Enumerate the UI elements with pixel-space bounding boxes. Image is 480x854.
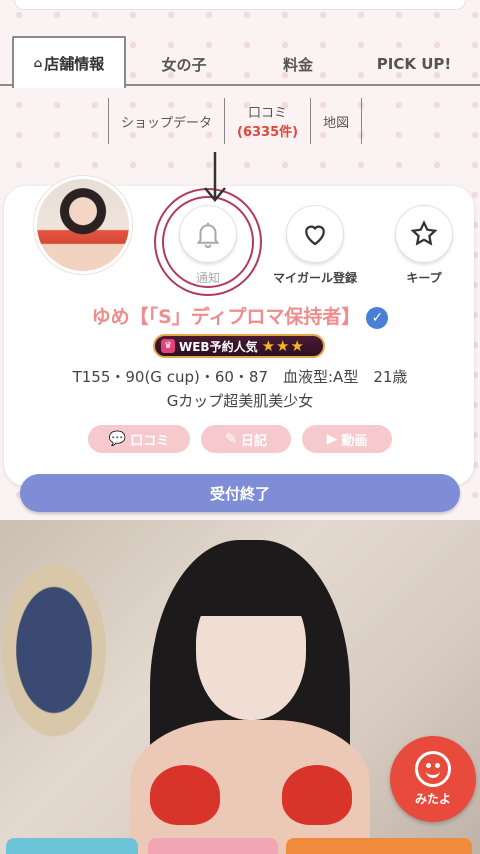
tab-shop-info[interactable]: ⌂ 店舗情報 (12, 36, 126, 88)
speech-bubble-icon: 💬 (108, 431, 127, 447)
subnav-shop-data[interactable]: ショップデータ (108, 98, 224, 144)
bottom-action-bar (0, 838, 480, 854)
bottom-button-1[interactable] (6, 838, 138, 854)
keep-circle (395, 205, 453, 263)
photo-chair (0, 560, 120, 760)
my-girl-label: マイガール登録 (273, 271, 358, 285)
girl-name: ゆめ【「S」ディプロマ保持者】 ✓ (0, 302, 480, 329)
tab-girls[interactable]: 女の子 (126, 42, 242, 86)
photo-bangs (190, 570, 312, 616)
tab-label: PICK UP! (376, 55, 452, 73)
reviews-button-label: 口コミ (130, 433, 170, 449)
my-girl-button[interactable]: マイガール登録 (273, 205, 357, 286)
star-icon (410, 220, 438, 246)
heart-icon (305, 225, 325, 246)
keep-label: キープ (406, 271, 442, 285)
mitayo-label: みたよ (414, 792, 451, 806)
video-button-label: 動画 (341, 433, 368, 449)
popularity-badge: ♛ WEB予約人気 ★★★ (153, 334, 325, 358)
bottom-button-3[interactable] (286, 838, 472, 854)
reserve-closed-button[interactable]: 受付終了 (20, 474, 460, 512)
tab-label: 料金 (282, 55, 313, 74)
profile-stats: T155・90(G cup)・60・87 血液型:A型 21歳 (72, 368, 408, 386)
highlight-ring-inner (162, 196, 254, 288)
mitayo-button[interactable]: みたよ (390, 736, 476, 822)
reviews-button[interactable]: 💬 口コミ (88, 425, 190, 453)
badge-mark-icon: ♛ (161, 339, 175, 353)
subnav-label: ショップデータ (121, 115, 213, 131)
bottom-button-2[interactable] (148, 838, 278, 854)
smile-icon (415, 751, 451, 787)
edit-icon: ✎ (225, 431, 237, 447)
badge-text: WEB予約人気 (179, 339, 258, 354)
diary-button[interactable]: ✎ 日記 (201, 425, 291, 453)
badge-stars: ★★★ (261, 337, 305, 355)
photo-bikini-right (282, 765, 352, 825)
top-strip (14, 0, 466, 10)
my-girl-circle (286, 205, 344, 263)
subnav-label: 口コミ (248, 106, 288, 121)
keep-button[interactable]: キープ (395, 205, 453, 286)
subnav-label: 地図 (323, 115, 350, 131)
sub-navigation: ショップデータ 口コミ (6335件) 地図 (108, 98, 363, 144)
profile-tagline: Gカップ超美肌美少女 (166, 392, 314, 410)
girl-name-text: ゆめ【「S」ディプロマ保持者】 (91, 306, 361, 328)
tab-label: 女の子 (161, 55, 207, 74)
arrow-down-icon (204, 152, 226, 202)
tab-pickup[interactable]: PICK UP! (354, 42, 474, 86)
reviews-count: (6335件) (237, 125, 299, 140)
verified-check-icon: ✓ (366, 306, 389, 329)
tab-label: 店舗情報 (44, 54, 105, 73)
subnav-reviews[interactable]: 口コミ (6335件) (224, 98, 310, 144)
photo-bikini-left (150, 765, 220, 825)
subnav-map[interactable]: 地図 (310, 98, 363, 144)
tab-bar: ⌂ 店舗情報 女の子 料金 PICK UP! (0, 34, 480, 88)
video-button[interactable]: ▶ 動画 (302, 425, 392, 453)
video-camera-icon: ▶ (326, 431, 338, 447)
avatar[interactable] (34, 176, 132, 274)
diary-button-label: 日記 (240, 433, 267, 449)
tab-price[interactable]: 料金 (242, 42, 354, 86)
home-icon: ⌂ (33, 56, 43, 70)
